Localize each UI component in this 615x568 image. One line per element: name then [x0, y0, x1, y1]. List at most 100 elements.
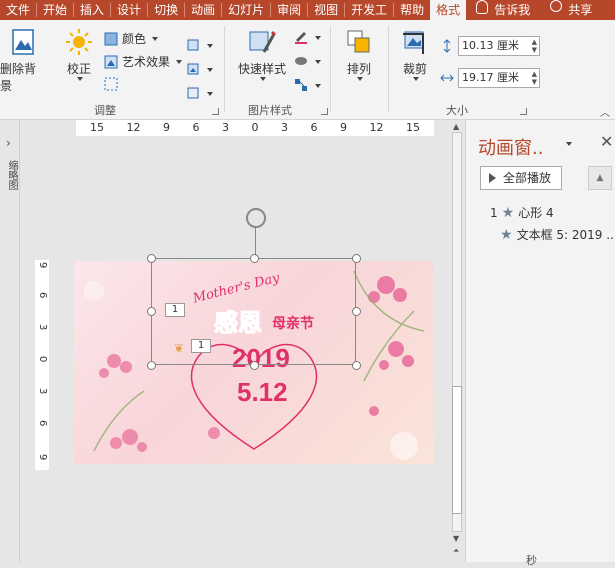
color-icon [104, 32, 118, 46]
transparency-icon[interactable] [104, 77, 118, 91]
picture-border-icon[interactable] [294, 30, 308, 44]
ruler-tick: 15 [90, 121, 104, 134]
tab-format[interactable]: 格式 [430, 0, 467, 20]
spinner-arrows-icon[interactable]: ▲ ▼ [532, 70, 537, 86]
resize-handle[interactable] [352, 361, 361, 370]
resize-handle[interactable] [147, 361, 156, 370]
person-icon[interactable] [550, 0, 563, 12]
width-value: 19.17 厘米 [462, 71, 519, 84]
crop-label: 裁剪 [402, 62, 427, 76]
animation-order-tag[interactable]: 1 [191, 339, 211, 353]
tab-help[interactable]: 帮助 [394, 0, 430, 20]
ruler-tick: 9 [37, 262, 48, 269]
animation-order-tag[interactable]: 1 [165, 303, 185, 317]
height-field[interactable]: 10.13 厘米 ▲ ▼ [440, 36, 540, 56]
arrange-button[interactable]: 排列 [342, 28, 376, 81]
animation-item[interactable]: 1 ★ 心形 4 [490, 204, 554, 221]
width-input[interactable]: 19.17 厘米 ▲ ▼ [458, 68, 540, 88]
compress-pictures-icon[interactable] [186, 38, 200, 52]
change-picture-icon[interactable] [186, 62, 200, 76]
sun-icon [65, 28, 93, 56]
ruler-tick: 6 [37, 420, 48, 427]
tab-insert[interactable]: 插入 [74, 0, 110, 20]
tab-view[interactable]: 视图 [308, 0, 344, 20]
previous-slide-icon[interactable]: ⏶ [453, 546, 459, 556]
art-effects-button[interactable]: 艺术效果 [104, 53, 183, 70]
chevron-down-icon [176, 59, 183, 64]
ruler-tick: 9 [340, 121, 347, 134]
resize-handle[interactable] [250, 361, 259, 370]
dialog-launcher-icon[interactable] [212, 108, 219, 115]
arrange-label: 排列 [346, 62, 371, 76]
scroll-thumb[interactable] [452, 386, 462, 514]
scroll-down-icon[interactable]: ▼ [453, 534, 459, 543]
remove-background-button[interactable]: 删除背景 [0, 28, 46, 94]
art-effects-label: 艺术效果 [122, 55, 171, 69]
tab-slideshow[interactable]: 幻灯片 [222, 0, 270, 20]
collapse-ribbon-icon[interactable]: ︿ [600, 104, 610, 119]
animation-item[interactable]: ★ 文本框 5: 2019 ... [500, 226, 615, 243]
resize-handle[interactable] [352, 254, 361, 263]
remove-background-label: 删除背景 [0, 62, 37, 93]
date-text: 5.12 [237, 377, 288, 407]
height-icon [440, 39, 454, 53]
star-icon: ★ [500, 226, 513, 243]
ruler-tick: 3 [37, 388, 48, 395]
animation-pane-title: 动画窗.. [478, 138, 544, 159]
ruler-tick: 0 [251, 121, 259, 134]
ruler-tick: 6 [37, 292, 48, 299]
quick-styles-button[interactable]: 快速样式 [236, 28, 288, 81]
spinner-arrows-icon[interactable]: ▲ ▼ [532, 38, 537, 54]
crop-button[interactable]: 裁剪 [398, 28, 432, 81]
chevron-down-icon[interactable] [566, 142, 572, 146]
tab-review[interactable]: 审阅 [271, 0, 307, 20]
ruler-tick: 15 [406, 121, 420, 134]
close-icon[interactable]: ✕ [600, 132, 613, 151]
animation-number: 1 [490, 205, 498, 220]
tab-developer[interactable]: 开发工 [345, 0, 393, 20]
group-label-size: 大小 [446, 104, 468, 117]
tab-animations[interactable]: 动画 [185, 0, 221, 20]
tab-home[interactable]: 开始 [37, 0, 73, 20]
horizontal-ruler: 15 12 9 6 3 0 3 6 9 12 15 [76, 120, 434, 136]
color-button[interactable]: 颜色 [104, 30, 159, 47]
ruler-tick: 12 [369, 121, 384, 134]
tab-transitions[interactable]: 切换 [148, 0, 184, 20]
chevron-down-icon [357, 77, 363, 81]
ruler-tick: 6 [192, 121, 200, 134]
chevron-down-icon [207, 44, 213, 48]
play-all-button[interactable]: 全部播放 [480, 166, 562, 190]
picture-layout-icon[interactable] [294, 78, 308, 92]
resize-handle[interactable] [147, 254, 156, 263]
move-up-button[interactable]: ▲ [588, 166, 612, 190]
dialog-launcher-icon[interactable] [321, 108, 328, 115]
chevron-down-icon [152, 36, 159, 41]
dialog-launcher-icon[interactable] [520, 108, 527, 115]
animation-item-label: 心形 4 [518, 206, 554, 220]
picture-effects-icon[interactable] [294, 54, 308, 68]
thumbnails-label[interactable]: 缩略图 [3, 160, 17, 190]
rotate-handle-icon[interactable] [246, 208, 266, 228]
group-divider [330, 26, 331, 112]
correct-label: 校正 [66, 62, 91, 76]
share-button[interactable]: 共享 [562, 0, 598, 20]
animation-item-label: 文本框 5: 2019 ... [516, 228, 615, 242]
correct-button[interactable]: 校正 [62, 28, 96, 81]
play-icon [489, 173, 496, 183]
width-icon [440, 71, 454, 85]
chevron-down-icon [260, 77, 266, 81]
tab-design[interactable]: 设计 [111, 0, 147, 20]
reset-picture-icon[interactable] [186, 86, 200, 100]
width-field[interactable]: 19.17 厘米 ▲ ▼ [440, 68, 540, 88]
lightbulb-icon[interactable] [476, 0, 489, 14]
resize-handle[interactable] [250, 254, 259, 263]
tab-file[interactable]: 文件 [0, 0, 36, 20]
resize-handle[interactable] [147, 307, 156, 316]
quick-styles-icon [248, 28, 277, 56]
vertical-scrollbar[interactable]: ▲ ▼ ⏶ [448, 120, 465, 562]
chevron-right-icon[interactable]: › [6, 136, 11, 150]
scroll-up-icon[interactable]: ▲ [453, 122, 459, 131]
height-input[interactable]: 10.13 厘米 ▲ ▼ [458, 36, 540, 56]
resize-handle[interactable] [352, 307, 361, 316]
tell-me-box[interactable]: 告诉我 [488, 0, 536, 20]
